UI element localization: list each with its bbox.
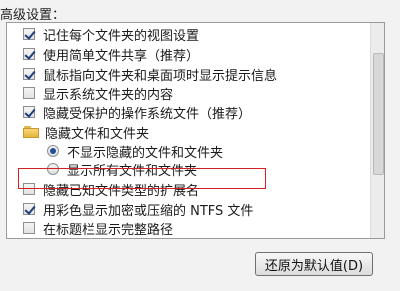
checkbox[interactable] <box>23 203 35 215</box>
radio-button[interactable] <box>47 145 59 157</box>
advanced-settings-list[interactable]: 记住每个文件夹的视图设置 使用简单文件共享（推荐） 鼠标指向文件夹和桌面项时显示… <box>6 22 385 239</box>
setting-show-system-folders[interactable]: 显示系统文件夹的内容 <box>23 84 174 103</box>
checkbox[interactable] <box>23 48 35 60</box>
setting-label: 鼠标指向文件夹和桌面项时显示提示信息 <box>43 68 278 84</box>
option-do-not-show-hidden[interactable]: 不显示隐藏的文件和文件夹 <box>47 142 224 161</box>
setting-full-path-titlebar[interactable]: 在标题栏显示完整路径 <box>23 219 174 238</box>
setting-hide-protected-os-files[interactable]: 隐藏受保护的操作系统文件（推荐） <box>23 103 252 122</box>
advanced-settings-panel: 高级设置： 记住每个文件夹的视图设置 使用简单文件共享（推荐） 鼠标指向文件夹和… <box>0 0 400 291</box>
setting-label: 用彩色显示加密或压缩的 NTFS 文件 <box>43 203 254 219</box>
setting-simple-sharing[interactable]: 使用简单文件共享（推荐） <box>23 45 200 64</box>
scroll-thumb[interactable] <box>373 53 384 175</box>
setting-show-tooltips[interactable]: 鼠标指向文件夹和桌面项时显示提示信息 <box>23 65 278 84</box>
highlight-annotation <box>18 168 266 189</box>
setting-color-ntfs[interactable]: 用彩色显示加密或压缩的 NTFS 文件 <box>23 200 254 219</box>
restore-defaults-button[interactable]: 还原为默认值(D) <box>255 252 373 276</box>
section-title: 高级设置： <box>0 8 66 23</box>
checkbox[interactable] <box>23 87 35 99</box>
checkbox[interactable] <box>23 68 35 80</box>
vertical-scrollbar[interactable] <box>370 23 384 238</box>
checkbox[interactable] <box>23 222 35 234</box>
checkbox[interactable] <box>23 28 35 40</box>
setting-label: 使用简单文件共享（推荐） <box>43 48 200 64</box>
option-label: 不显示隐藏的文件和文件夹 <box>67 145 224 161</box>
setting-label: 在标题栏显示完整路径 <box>43 222 174 238</box>
setting-label: 记住每个文件夹的视图设置 <box>43 28 200 44</box>
setting-label: 显示系统文件夹的内容 <box>43 87 174 103</box>
folder-icon <box>23 126 39 138</box>
setting-remember-view[interactable]: 记住每个文件夹的视图设置 <box>23 25 200 44</box>
group-label: 隐藏文件和文件夹 <box>45 126 150 142</box>
group-hidden-files: 隐藏文件和文件夹 <box>23 123 150 142</box>
checkbox[interactable] <box>23 106 35 118</box>
setting-label: 隐藏受保护的操作系统文件（推荐） <box>43 106 252 122</box>
